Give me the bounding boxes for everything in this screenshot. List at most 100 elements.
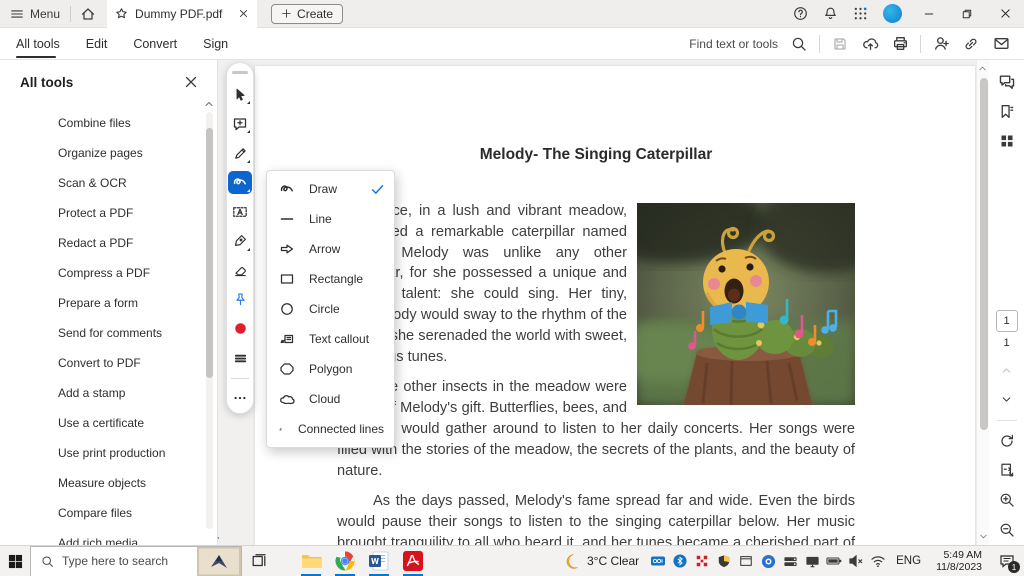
restore-button[interactable] [948, 0, 986, 28]
sidebar-item-measure-objects[interactable]: Measure objects [0, 468, 201, 498]
shield-tray-icon[interactable] [713, 546, 735, 576]
scroll-down-icon[interactable] [978, 531, 989, 542]
sidebar-item-combine-files[interactable]: Combine files [0, 108, 201, 138]
star-icon[interactable] [115, 7, 128, 20]
tab-edit[interactable]: Edit [86, 28, 108, 60]
sidebar-item-compare-files[interactable]: Compare files [0, 498, 201, 528]
apps-button[interactable] [845, 0, 875, 28]
monitor-tray-icon[interactable] [801, 546, 823, 576]
battery-tray-icon[interactable] [823, 546, 845, 576]
zoom-out-button[interactable] [995, 518, 1019, 542]
word-button[interactable] [362, 546, 396, 576]
page-number-box[interactable]: 1 [995, 310, 1018, 333]
save-button[interactable] [825, 31, 855, 57]
bluetooth-tray-icon[interactable] [669, 546, 691, 576]
document-tab[interactable]: Dummy PDF.pdf [107, 0, 258, 28]
sidebar-item-use-certificate[interactable]: Use a certificate [0, 408, 201, 438]
strip-drag-handle[interactable] [232, 71, 248, 74]
sidebar-item-send-comments[interactable]: Send for comments [0, 318, 201, 348]
fit-page-button[interactable] [995, 459, 1019, 483]
next-page-button[interactable] [995, 388, 1019, 412]
more-tools-button[interactable] [228, 387, 252, 410]
start-button[interactable] [0, 546, 30, 576]
email-button[interactable] [986, 31, 1016, 57]
tab-all-tools[interactable]: All tools [16, 28, 60, 60]
comments-panel-button[interactable] [995, 70, 1019, 94]
menu-item-rectangle[interactable]: Rectangle [267, 264, 394, 294]
thickness-button[interactable] [228, 346, 252, 369]
previous-page-button[interactable] [995, 358, 1019, 382]
minimize-button[interactable] [910, 0, 948, 28]
home-button[interactable] [71, 0, 105, 28]
sidebar-item-redact-pdf[interactable]: Redact a PDF [0, 228, 201, 258]
storage-tray-icon[interactable] [779, 546, 801, 576]
rotate-page-button[interactable] [995, 429, 1019, 453]
notification-center-button[interactable]: 1 [990, 546, 1024, 576]
select-tool-button[interactable] [228, 83, 252, 106]
menu-item-arrow[interactable]: Arrow [267, 234, 394, 264]
menu-button[interactable]: Menu [0, 0, 70, 28]
menu-item-circle[interactable]: Circle [267, 294, 394, 324]
close-window-button[interactable] [986, 0, 1024, 28]
tab-sign[interactable]: Sign [203, 28, 228, 60]
volume-muted-tray-icon[interactable] [845, 546, 867, 576]
sidebar-item-protect-pdf[interactable]: Protect a PDF [0, 198, 201, 228]
avatar[interactable] [883, 4, 902, 23]
menu-item-cloud[interactable]: Cloud [267, 384, 394, 414]
menu-item-connected-lines[interactable]: Connected lines [267, 414, 394, 444]
language-indicator[interactable]: ENG [889, 555, 928, 567]
bookmarks-panel-button[interactable] [995, 100, 1019, 124]
print-button[interactable] [885, 31, 915, 57]
erase-tool-button[interactable] [228, 259, 252, 282]
menu-item-line[interactable]: Line [267, 204, 394, 234]
fill-sign-button[interactable] [228, 229, 252, 252]
share-button[interactable] [926, 31, 956, 57]
add-text-button[interactable] [228, 200, 252, 223]
task-view-button[interactable] [242, 546, 276, 576]
acrobat-button[interactable] [396, 546, 430, 576]
sync-tray-icon[interactable] [757, 546, 779, 576]
menu-item-text-callout[interactable]: Text callout [267, 324, 394, 354]
highlight-tool-button[interactable] [228, 141, 252, 164]
taskbar-search[interactable]: Type here to search [30, 545, 242, 576]
scroll-thumb[interactable] [979, 78, 988, 430]
upload-cloud-button[interactable] [855, 31, 885, 57]
close-tab-icon[interactable] [238, 8, 249, 19]
scroll-up-icon[interactable] [977, 63, 988, 74]
sidebar-item-organize-pages[interactable]: Organize pages [0, 138, 201, 168]
document-scrollbar[interactable] [976, 60, 989, 545]
draw-tool-button[interactable] [228, 170, 252, 195]
record-color-button[interactable] [228, 317, 252, 340]
sidebar-item-add-rich-media[interactable]: Add rich media [0, 528, 201, 545]
sidebar-item-print-production[interactable]: Use print production [0, 438, 201, 468]
sidebar-scrollbar[interactable] [203, 98, 225, 545]
thumbnails-panel-button[interactable] [995, 130, 1019, 154]
search-button[interactable] [784, 31, 814, 57]
sidebar-item-scan-ocr[interactable]: Scan & OCR [0, 168, 201, 198]
sidebar-item-convert-pdf[interactable]: Convert to PDF [0, 348, 201, 378]
grid-tray-icon[interactable] [691, 546, 713, 576]
add-comment-button[interactable] [228, 112, 252, 135]
zoom-in-button[interactable] [995, 488, 1019, 512]
notifications-button[interactable] [815, 0, 845, 28]
menu-item-draw[interactable]: Draw [267, 174, 394, 204]
wifi-tray-icon[interactable] [867, 546, 889, 576]
create-button[interactable]: Create [271, 3, 344, 24]
scroll-up-icon[interactable] [203, 98, 215, 110]
find-label[interactable]: Find text or tools [689, 37, 778, 51]
sidebar-item-prepare-form[interactable]: Prepare a form [0, 288, 201, 318]
file-explorer-button[interactable] [294, 546, 328, 576]
box-tray-icon[interactable] [647, 546, 669, 576]
pin-tool-button[interactable] [228, 288, 252, 311]
sidebar-item-add-stamp[interactable]: Add a stamp [0, 378, 201, 408]
link-button[interactable] [956, 31, 986, 57]
tab-convert[interactable]: Convert [133, 28, 177, 60]
close-panel-icon[interactable] [183, 74, 199, 90]
window-tray-icon[interactable] [735, 546, 757, 576]
help-button[interactable] [785, 0, 815, 28]
scroll-thumb[interactable] [206, 128, 213, 378]
chrome-button[interactable] [328, 546, 362, 576]
sidebar-item-compress-pdf[interactable]: Compress a PDF [0, 258, 201, 288]
menu-item-polygon[interactable]: Polygon [267, 354, 394, 384]
weather-widget[interactable]: 3°C Clear [565, 553, 639, 570]
